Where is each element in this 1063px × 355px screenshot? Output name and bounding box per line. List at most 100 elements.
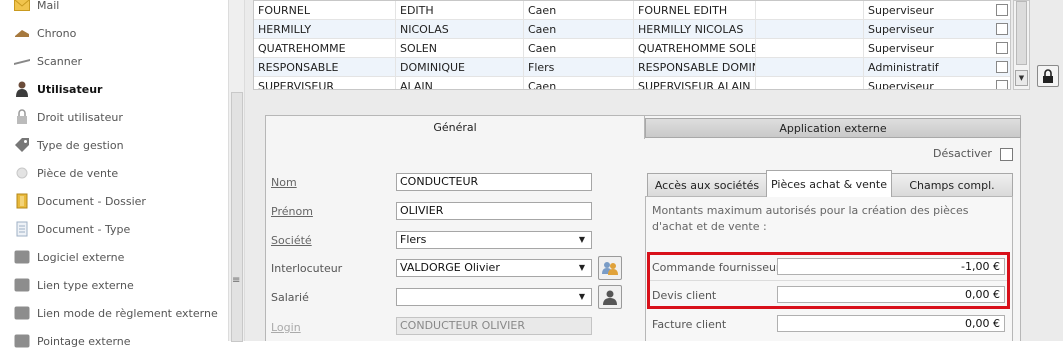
sidebar-item-utilisateur[interactable]: Utilisateur [0,75,228,103]
sidebar-item-label: Document - Dossier [37,194,146,208]
cell-prenom: ALAIN [396,77,524,89]
scroll-down-icon[interactable]: ▼ [1015,70,1028,86]
cell-nom-complet: FOURNEL EDITH [634,1,756,20]
sidebar-item-document-type[interactable]: Document - Type [0,215,228,243]
table-scrollbar[interactable]: ▼ [1013,0,1030,90]
nom-label: Nom [271,176,297,189]
cell-nom: SUPERVISEUR [254,77,396,89]
link-icon [14,277,30,293]
sidebar-item-piece-de-vente[interactable]: Pièce de vente [0,159,228,187]
lock-button[interactable] [1037,65,1059,87]
table-row[interactable]: HERMILLY NICOLAS Caen HERMILLY NICOLAS S… [254,20,1010,39]
cell-nom: RESPONSABLE [254,58,396,77]
sidebar-item-type-de-gestion[interactable]: Type de gestion [0,131,228,159]
sidebar-item-document-dossier[interactable]: Document - Dossier [0,187,228,215]
table-row[interactable]: FOURNEL EDITH Caen FOURNEL EDITH Supervi… [254,1,1010,20]
document-icon [14,221,30,237]
sidebar-item-logiciel-externe[interactable]: Logiciel externe [0,243,228,271]
cell-societe: Caen [524,77,634,89]
chevron-down-icon[interactable]: ▼ [579,289,585,305]
login-field[interactable]: CONDUCTEUR OLIVIER [396,317,592,335]
sidebar-item-label: Document - Type [37,222,131,236]
facture-client-field[interactable]: 0,00 € [777,315,1005,332]
societe-label: Société [271,234,312,247]
sidebar-scrollbar[interactable] [231,92,243,342]
cell-empty [756,39,864,58]
scrollbar-thumb[interactable] [1016,1,1027,65]
sidebar-item-label: Logiciel externe [37,250,125,264]
cell-profil: Superviseur [868,23,934,36]
scanner-icon [14,53,30,69]
sidebar-item-label: Chrono [37,26,77,40]
cell-societe: Caen [524,39,634,58]
tab-general[interactable]: Général [265,115,645,139]
desactiver-checkbox[interactable] [1000,148,1013,161]
tab-application-externe[interactable]: Application externe [645,118,1021,138]
table-row[interactable]: RESPONSABLE DOMINIQUE Flers RESPONSABLE … [254,58,1010,77]
sidebar: Mail Chrono Scanner Utilisateur Droit ut… [0,0,228,348]
montants-description: Montants maximum autorisés pour la créat… [652,204,969,233]
societe-select[interactable]: Flers ▼ [396,231,592,249]
prenom-field[interactable]: OLIVIER [396,202,592,220]
cell-nom: FOURNEL [254,1,396,20]
row-checkbox[interactable] [996,80,1008,89]
sidebar-item-label: Scanner [37,54,83,68]
cell-profil: Administratif [868,61,939,74]
sidebar-item-scanner[interactable]: Scanner [0,47,228,75]
sidebar-item-pointage-externe[interactable]: Pointage externe [0,327,228,355]
person-icon [603,290,617,305]
sidebar-splitter[interactable]: ≡ [228,0,245,342]
desactiver-label: Désactiver [933,147,992,160]
app-icon [14,249,30,265]
facture-client-label: Facture client [652,318,727,331]
row-checkbox[interactable] [996,42,1008,54]
mail-icon [14,0,30,13]
cell-empty [756,58,864,77]
chevron-down-icon[interactable]: ▼ [579,260,585,276]
login-label: Login [271,321,301,334]
tab-pieces-achat-vente[interactable]: Pièces achat & vente [766,170,892,197]
tab-champs-compl[interactable]: Champs compl. [891,173,1013,197]
cell-empty [756,20,864,39]
row-checkbox[interactable] [996,4,1008,16]
tag-icon [14,137,30,153]
cell-prenom: EDITH [396,1,524,20]
cell-nom-complet: SUPERVISEUR ALAIN [634,77,756,89]
table-row[interactable]: SUPERVISEUR ALAIN Caen SUPERVISEUR ALAIN… [254,77,1010,89]
table-row[interactable]: QUATREHOMME SOLEN Caen QUATREHOMME SOLEN… [254,39,1010,58]
cell-nom: HERMILLY [254,20,396,39]
row-checkbox[interactable] [996,23,1008,35]
contacts-button[interactable] [598,256,622,280]
interlocuteur-label: Interlocuteur [271,262,343,275]
cell-profil: Superviseur [868,4,934,17]
cell-empty [756,1,864,20]
sidebar-item-lien-mode-reglement-externe[interactable]: Lien mode de règlement externe [0,299,228,327]
cell-nom-complet: HERMILLY NICOLAS [634,20,756,39]
sidebar-item-label: Lien type externe [37,278,134,292]
interlocuteur-select[interactable]: VALDORGE Olivier ▼ [396,259,592,277]
cell-nom-complet: RESPONSABLE DOMIN... [634,58,756,77]
cell-societe: Flers [524,58,634,77]
salarie-select[interactable]: ▼ [396,288,592,306]
user-icon [14,81,30,97]
nom-field[interactable]: CONDUCTEUR [396,173,592,191]
sidebar-item-droit-utilisateur[interactable]: Droit utilisateur [0,103,228,131]
highlight-box [647,252,1010,309]
splitter-grip-icon[interactable]: ≡ [232,276,240,286]
chevron-down-icon[interactable]: ▼ [579,232,585,248]
cell-nom-complet: QUATREHOMME SOLEN [634,39,756,58]
clock-icon [14,333,30,349]
users-table: FOURNEL EDITH Caen FOURNEL EDITH Supervi… [253,0,1011,90]
sidebar-item-label: Mail [37,0,60,12]
sidebar-item-label: Droit utilisateur [37,110,123,124]
tab-acces-societes[interactable]: Accès aux sociétés [647,173,767,197]
row-checkbox[interactable] [996,61,1008,73]
sidebar-item-mail[interactable]: Mail [0,0,228,19]
sidebar-item-chrono[interactable]: Chrono [0,19,228,47]
padlock-icon [1043,68,1053,83]
sidebar-item-label: Type de gestion [37,138,124,152]
sidebar-item-lien-type-externe[interactable]: Lien type externe [0,271,228,299]
cell-prenom: NICOLAS [396,20,524,39]
interlocuteur-value: VALDORGE Olivier [400,261,500,274]
employee-button[interactable] [598,285,622,309]
